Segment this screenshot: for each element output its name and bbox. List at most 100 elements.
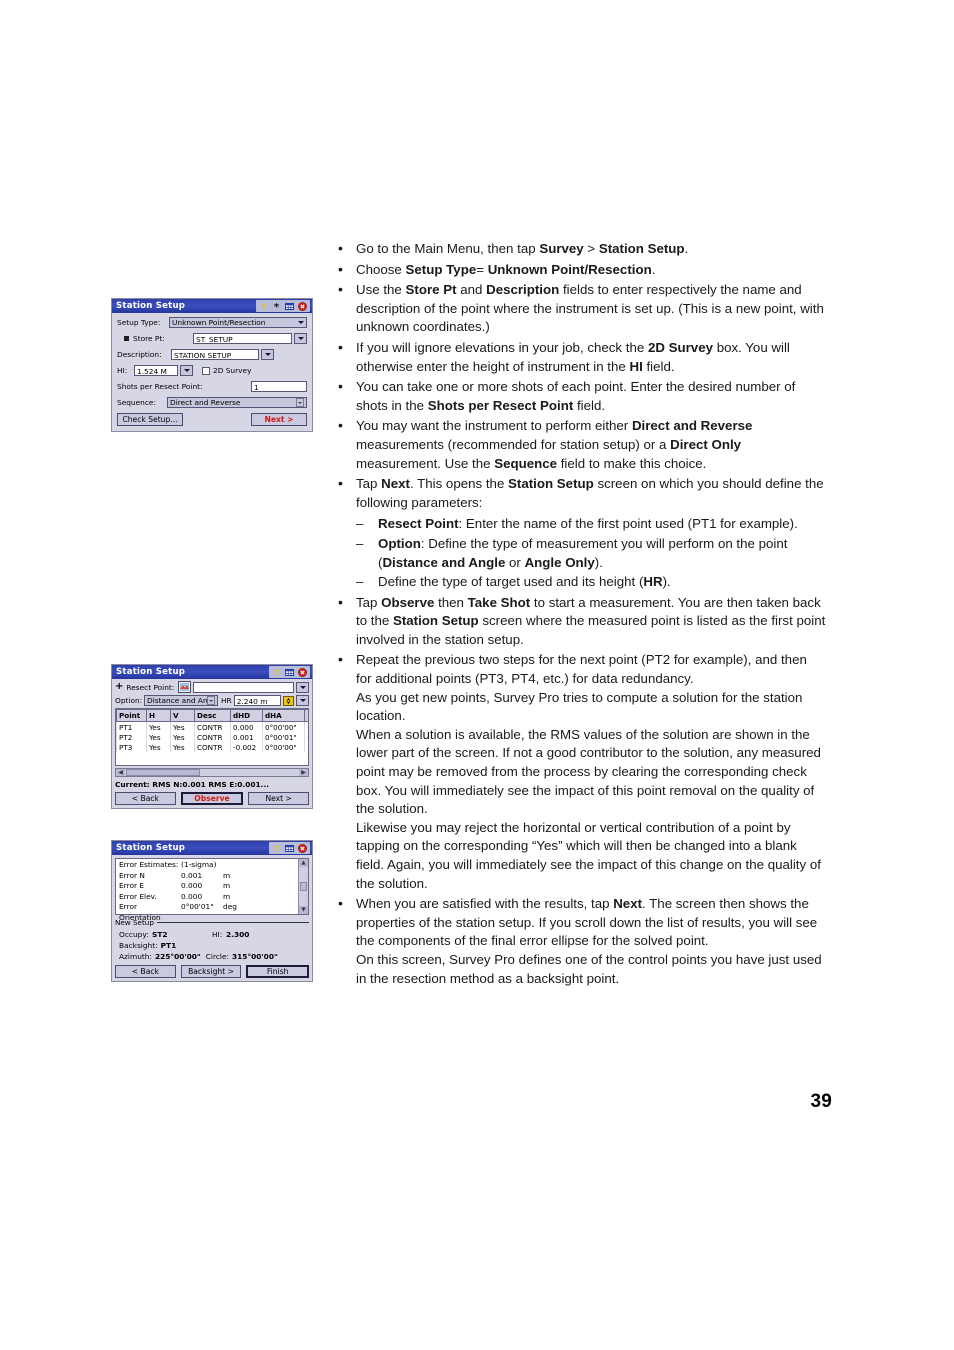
svg-text:?: ? [274,668,279,676]
setup-type-select[interactable]: Unknown Point/Resection [169,317,307,328]
screenshot-station-setup-form: Station Setup ? * Setup Type: Unknown Po… [111,298,313,432]
vertical-scrollbar[interactable]: ▲ ▼ [298,859,308,914]
back-button[interactable]: < Back [115,792,176,805]
results-body: Error Estimates: (1-sigma) Error N 0.001… [112,855,312,981]
backsight-button[interactable]: Backsight > [180,965,242,978]
window-title: Station Setup [116,301,186,311]
azimuth-value: 225°00'00" [154,952,201,961]
store-pt-dropdown-button[interactable] [294,333,307,344]
sequence-dropdown-button[interactable] [296,398,304,407]
cell-point: PT1 [116,721,147,732]
description-input[interactable]: STATION SETUP [171,349,259,360]
add-point-icon[interactable]: + [115,682,123,692]
cell-h[interactable]: Yes [146,732,171,742]
map-pick-icon[interactable] [178,681,192,693]
observations-table-container[interactable]: Point H V Desc dHD dHA PT1 Yes Yes CONTR… [115,708,309,766]
scroll-right-arrow-icon[interactable]: ▶ [299,769,308,776]
col-point[interactable]: Point [116,709,147,722]
emphasis-text: Next [613,896,643,912]
scroll-left-arrow-icon[interactable]: ◀ [116,769,125,776]
description-dropdown-button[interactable] [261,349,274,360]
description-label: Description: [117,350,162,359]
chevron-down-icon [264,353,271,356]
occupy-value: ST2 [152,930,168,939]
body-text: measurements (recommended for station se… [356,436,671,452]
next-button[interactable]: Next > [248,792,310,805]
close-icon[interactable] [298,843,307,853]
col-v[interactable]: V [170,709,195,722]
help-icon[interactable]: ? [272,844,281,853]
backsight-label: Backsight: [119,941,158,950]
result-value: 0.001 [181,870,203,880]
col-dhd[interactable]: dHD [230,709,263,722]
sequence-select[interactable]: Direct and Reverse [167,397,307,408]
scroll-down-arrow-icon[interactable]: ▼ [299,906,308,914]
store-pt-input[interactable]: ST_SETUP [193,333,292,344]
col-desc[interactable]: Desc [194,709,231,722]
resect-point-dropdown-button[interactable] [296,681,309,693]
body-text: = [476,261,488,277]
result-label: Error Estimates: [119,860,179,869]
hi-dropdown-button[interactable] [180,365,193,376]
body-text: field. [642,358,675,374]
resect-point-input[interactable] [193,681,294,693]
cell-h[interactable]: Yes [146,721,171,732]
next-button[interactable]: Next > [251,413,307,426]
back-button[interactable]: < Back [115,965,176,978]
cell-v[interactable]: Yes [170,742,195,752]
hr-dropdown-button[interactable] [296,695,309,706]
body-text: When you are satisfied with the results,… [356,896,614,912]
hr-input[interactable]: 2.240 m [233,695,281,706]
body-text: field to make this choice. [557,455,707,471]
scrollbar-thumb[interactable] [300,882,307,891]
hi-input[interactable]: 1.524 M [134,365,178,376]
2d-survey-checkbox[interactable] [202,366,210,375]
scroll-up-arrow-icon[interactable]: ▲ [299,859,308,867]
table-row[interactable]: PT2 Yes Yes CONTR 0.001 0°00'01" : [116,732,308,742]
grid-icon[interactable] [285,668,294,677]
col-overflow[interactable] [304,709,308,722]
col-dha[interactable]: dHA [262,709,305,722]
cell-desc: CONTR [194,721,231,732]
table-row[interactable]: PT3 Yes Yes CONTR -0.002 0°00'00" : [116,742,308,752]
cell-v[interactable]: Yes [170,732,195,742]
finish-button[interactable]: Finish [246,965,310,978]
azimuth-label: Azimuth: [119,952,152,961]
cell-v[interactable]: Yes [170,721,195,732]
backsight-row: Backsight: PT1 [115,940,309,951]
help-icon[interactable]: ? [272,668,281,677]
cell-h[interactable]: Yes [146,742,171,752]
body-text: or [505,554,525,570]
result-value: 0°00'01" [181,902,214,911]
hi-label: HI: [117,366,128,375]
scrollbar-thumb[interactable] [126,769,200,776]
close-icon[interactable] [298,667,307,677]
horizontal-scrollbar[interactable]: ◀ ▶ [115,768,309,777]
body-text: Define the type of target used and its h… [378,574,644,590]
titlebar: Station Setup ? * [112,299,312,313]
table-row[interactable]: PT1 Yes Yes CONTR 0.000 0°00'00" : [116,721,308,732]
grid-icon[interactable] [285,844,294,853]
observe-button[interactable]: Observe [180,792,244,805]
col-h[interactable]: H [146,709,171,722]
check-setup-button[interactable]: Check Setup... [117,413,183,426]
help-icon[interactable]: ? [259,302,268,311]
instruction-bullet: If you will ignore elevations in your jo… [334,338,826,376]
occupy-label: Occupy: [119,930,149,939]
store-pt-radio[interactable] [124,336,129,341]
close-icon[interactable] [298,301,307,311]
option-dropdown-button[interactable] [207,696,215,705]
instruction-sub-list: Resect Point: Enter the name of the firs… [356,515,826,591]
option-select[interactable]: Distance and Angle [144,695,218,706]
grid-icon[interactable] [285,302,294,311]
titlebar-icon-group: ? [269,842,310,854]
group-divider [156,922,309,923]
target-type-icon[interactable] [283,695,294,706]
star-icon[interactable]: * [272,301,281,312]
option-label: Option: [115,696,143,705]
observations-body: + Resect Point: Option: Distance and Ang… [112,679,312,808]
body-text: field. [573,397,606,413]
result-unit [223,860,295,871]
shots-input[interactable]: 1 [251,381,307,392]
error-estimates-listbox[interactable]: Error Estimates: (1-sigma) Error N 0.001… [115,858,309,922]
